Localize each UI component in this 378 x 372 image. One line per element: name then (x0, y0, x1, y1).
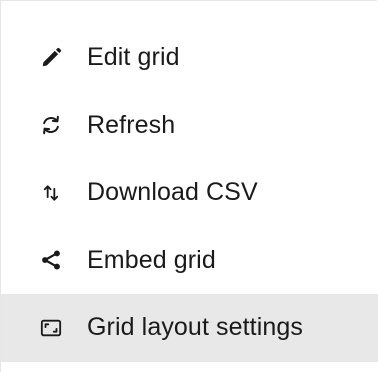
menu-item-label: Edit grid (87, 43, 180, 72)
context-menu: Edit grid Refresh Download CSV Embed gri… (0, 0, 378, 372)
menu-top-border (0, 0, 377, 1)
menu-item-label: Grid layout settings (87, 313, 303, 342)
menu-item-label: Refresh (87, 110, 176, 139)
menu-item-embed-grid[interactable]: Embed grid (1, 227, 378, 295)
sort-arrows-icon (39, 181, 63, 205)
menu-item-download-csv[interactable]: Download CSV (1, 159, 378, 227)
menu-item-grid-layout-settings[interactable]: Grid layout settings (1, 294, 378, 362)
menu-item-label: Download CSV (87, 178, 258, 207)
menu-list: Edit grid Refresh Download CSV Embed gri… (1, 24, 378, 362)
layout-frame-icon (39, 316, 63, 340)
share-icon (39, 248, 63, 272)
pencil-icon (39, 46, 63, 70)
menu-item-edit-grid[interactable]: Edit grid (1, 24, 378, 92)
menu-item-refresh[interactable]: Refresh (1, 92, 378, 160)
refresh-icon (39, 113, 63, 137)
menu-item-label: Embed grid (87, 245, 216, 274)
